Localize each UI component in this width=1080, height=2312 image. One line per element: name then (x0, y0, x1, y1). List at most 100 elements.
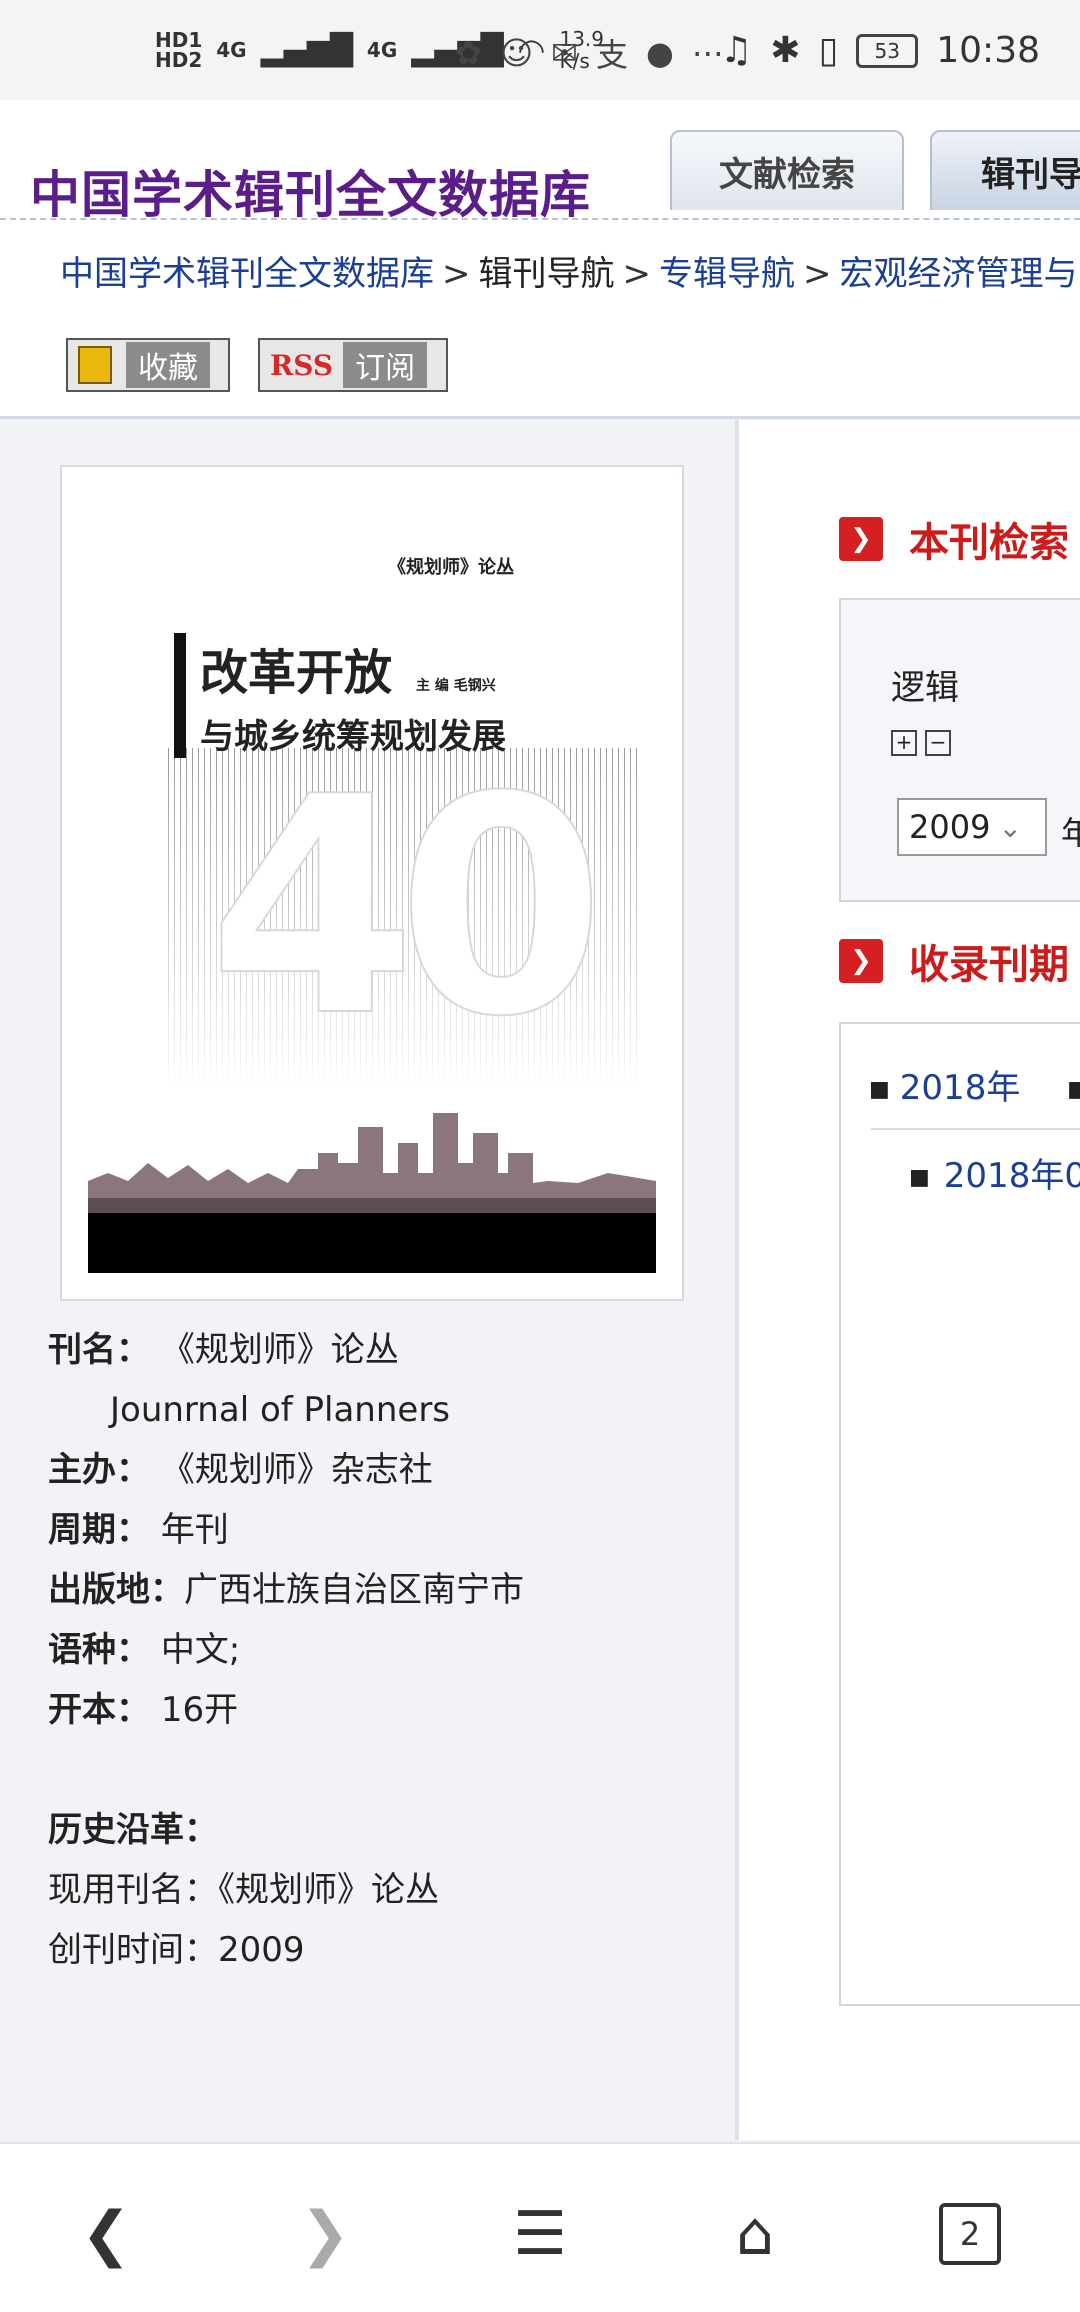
issues-section-header: ❯ 收录刊期 (839, 932, 1069, 990)
status-bar: HD1 HD2 4G ▂▄▆█ 4G ▂▄▆█ ◠ 13.9 K/s ✿ ☺ ✉… (0, 0, 1080, 100)
logic-controls: + − (891, 730, 951, 756)
app-icon: ✿ (455, 34, 482, 72)
bookmark-icon (78, 346, 112, 384)
place-label: 出版地： (48, 1570, 184, 1610)
tab-literature-search[interactable]: 文献检索 (670, 130, 904, 210)
journal-details: 刊名： 《规划师》论丛 Jounrnal of Planners 主办： 《规划… (48, 1320, 524, 1740)
place-value: 广西壮族自治区南宁市 (184, 1570, 524, 1610)
bullet-icon: ■ (1067, 1077, 1080, 1102)
system-indicators: ♫ ✱ ▯ 53 10:38 (720, 30, 1040, 71)
cover-base-band (88, 1213, 656, 1273)
breadcrumb-separator: > (442, 254, 471, 294)
issues-box: ■ 2018年 ■ ■ 2018年0 (839, 1022, 1080, 2006)
menu-button[interactable]: ☰ (500, 2194, 580, 2274)
right-panel: ❯ 本刊检索 逻辑 + − 2009 ⌄ 年 ❯ 收录刊期 ■ 2018年 ■ ■… (735, 420, 1080, 2140)
journal-info-panel: 《规划师》论丛 40 改革开放主 编 毛钢兴 与城乡统筹规划发展 刊名： 《规划… (0, 420, 735, 2140)
year-select[interactable]: 2009 ⌄ (897, 798, 1047, 856)
issue-link[interactable]: ■ 2018年0 (909, 1148, 1080, 1197)
breadcrumb: 中国学术辑刊全文数据库 > 辑刊导航 > 专辑导航 > 宏观经济管理与 (60, 246, 1078, 295)
breadcrumb-category[interactable]: 宏观经济管理与 (840, 254, 1078, 294)
action-bar: 收藏 RSS 订阅 (0, 314, 1080, 419)
home-icon: ⌂ (735, 2199, 775, 2269)
tab-count: 2 (939, 2203, 1001, 2265)
name-value: 《规划师》论丛 (160, 1330, 399, 1370)
format-label: 开本： (48, 1690, 150, 1730)
chevron-down-icon: ⌄ (998, 810, 1022, 844)
format-value: 16开 (160, 1690, 239, 1730)
period-value: 年刊 (160, 1510, 229, 1550)
year-select-value: 2009 (909, 808, 991, 846)
plus-icon[interactable]: + (891, 730, 917, 756)
forward-button[interactable]: ❯ (285, 2194, 365, 2274)
issues-section-title: 收录刊期 (909, 942, 1069, 988)
alipay-icon: 支 (595, 36, 628, 74)
arrow-right-icon: ❯ (839, 517, 883, 561)
breadcrumb-separator: > (803, 254, 832, 294)
battery-level: 53 (874, 38, 900, 63)
sponsor-value: 《规划师》杂志社 (160, 1450, 433, 1490)
issue-label: 2018年0 (943, 1156, 1080, 1196)
wechat-icon: ✉ (551, 34, 578, 72)
breadcrumb-home[interactable]: 中国学术辑刊全文数据库 (60, 254, 434, 294)
qq-icon: ☺ (499, 34, 534, 72)
language-value: 中文; (160, 1630, 241, 1670)
cover-image: 《规划师》论丛 40 改革开放主 编 毛钢兴 与城乡统筹规划发展 (88, 493, 656, 1273)
cover-series: 《规划师》论丛 (388, 557, 514, 578)
headphones-icon: ♫ (719, 30, 753, 71)
breadcrumb-bar: 中国学术辑刊全文数据库 > 辑刊导航 > 专辑导航 > 宏观经济管理与 (0, 218, 1080, 316)
history-section: 历史沿革： 现用刊名：《规划师》论丛 创刊时间：2009 (48, 1800, 439, 1980)
search-section-title: 本刊检索 (909, 520, 1069, 566)
english-name: Jounrnal of Planners (110, 1390, 451, 1430)
rss-label: 订阅 (343, 342, 428, 388)
site-header: 中国学术辑刊全文数据库 文献检索 辑刊导 (0, 100, 1080, 224)
signal-icon: ▂▄▆█ (260, 32, 353, 68)
chevron-right-icon: ❯ (299, 2199, 351, 2269)
name-label: 刊名： (48, 1330, 150, 1370)
city-skyline-illustration (88, 1113, 656, 1213)
bluetooth-icon: ✱ (770, 30, 801, 71)
chevron-left-icon: ❮ (80, 2199, 132, 2269)
breadcrumb-journal-nav: 辑刊导航 (478, 254, 615, 294)
message-icon: ● (646, 34, 674, 72)
cover-big-number: 40 (207, 732, 607, 1083)
year-tabs: ■ 2018年 ■ (869, 1060, 1080, 1109)
bullet-icon: ■ (909, 1165, 930, 1190)
favorite-button[interactable]: 收藏 (66, 338, 230, 392)
breadcrumb-topic-nav[interactable]: 专辑导航 (659, 254, 795, 294)
cover-title-line2: 与城乡统筹规划发展 (200, 717, 506, 757)
logic-label: 逻辑 (891, 668, 959, 708)
net2-label: 4G (366, 38, 398, 62)
net1-label: 4G (216, 38, 247, 62)
breadcrumb-separator: > (622, 254, 652, 294)
arrow-right-icon: ❯ (839, 939, 883, 983)
history-heading: 历史沿革： (48, 1810, 218, 1850)
search-section-header: ❯ 本刊检索 (839, 510, 1069, 568)
tabs-button[interactable]: 2 (930, 2194, 1010, 2274)
tab-journal-navigation[interactable]: 辑刊导 (930, 130, 1080, 210)
period-label: 周期： (48, 1510, 150, 1550)
divider (871, 1128, 1080, 1130)
cover-editor: 主 编 毛钢兴 (416, 677, 496, 694)
cover-title-line1: 改革开放 (200, 645, 393, 701)
year-suffix: 年 (1061, 814, 1080, 852)
founded-year: 创刊时间：2009 (48, 1930, 305, 1970)
notification-icons: ✿ ☺ ✉ 支 ● ⋯ (455, 30, 724, 76)
cover-title-block: 改革开放主 编 毛钢兴 与城乡统筹规划发展 (174, 633, 506, 758)
hd2-label: HD2 (155, 48, 203, 72)
year-tab-2018[interactable]: 2018年 (900, 1068, 1021, 1108)
menu-icon: ☰ (513, 2199, 567, 2269)
home-button[interactable]: ⌂ (715, 2194, 795, 2274)
rss-subscribe-button[interactable]: RSS 订阅 (258, 338, 448, 392)
minus-icon[interactable]: − (925, 730, 951, 756)
battery-icon: 53 (856, 33, 919, 68)
favorite-label: 收藏 (126, 342, 210, 388)
clock: 10:38 (936, 30, 1040, 71)
sponsor-label: 主办： (48, 1450, 150, 1490)
journal-cover[interactable]: 《规划师》论丛 40 改革开放主 编 毛钢兴 与城乡统筹规划发展 (60, 465, 684, 1301)
vibrate-icon: ▯ (818, 30, 839, 71)
site-title[interactable]: 中国学术辑刊全文数据库 (30, 155, 591, 227)
back-button[interactable]: ❮ (66, 2194, 146, 2274)
journal-search-box: 逻辑 + − 2009 ⌄ 年 (839, 598, 1080, 902)
bullet-icon: ■ (869, 1077, 890, 1102)
current-name: 现用刊名：《规划师》论丛 (48, 1870, 439, 1910)
